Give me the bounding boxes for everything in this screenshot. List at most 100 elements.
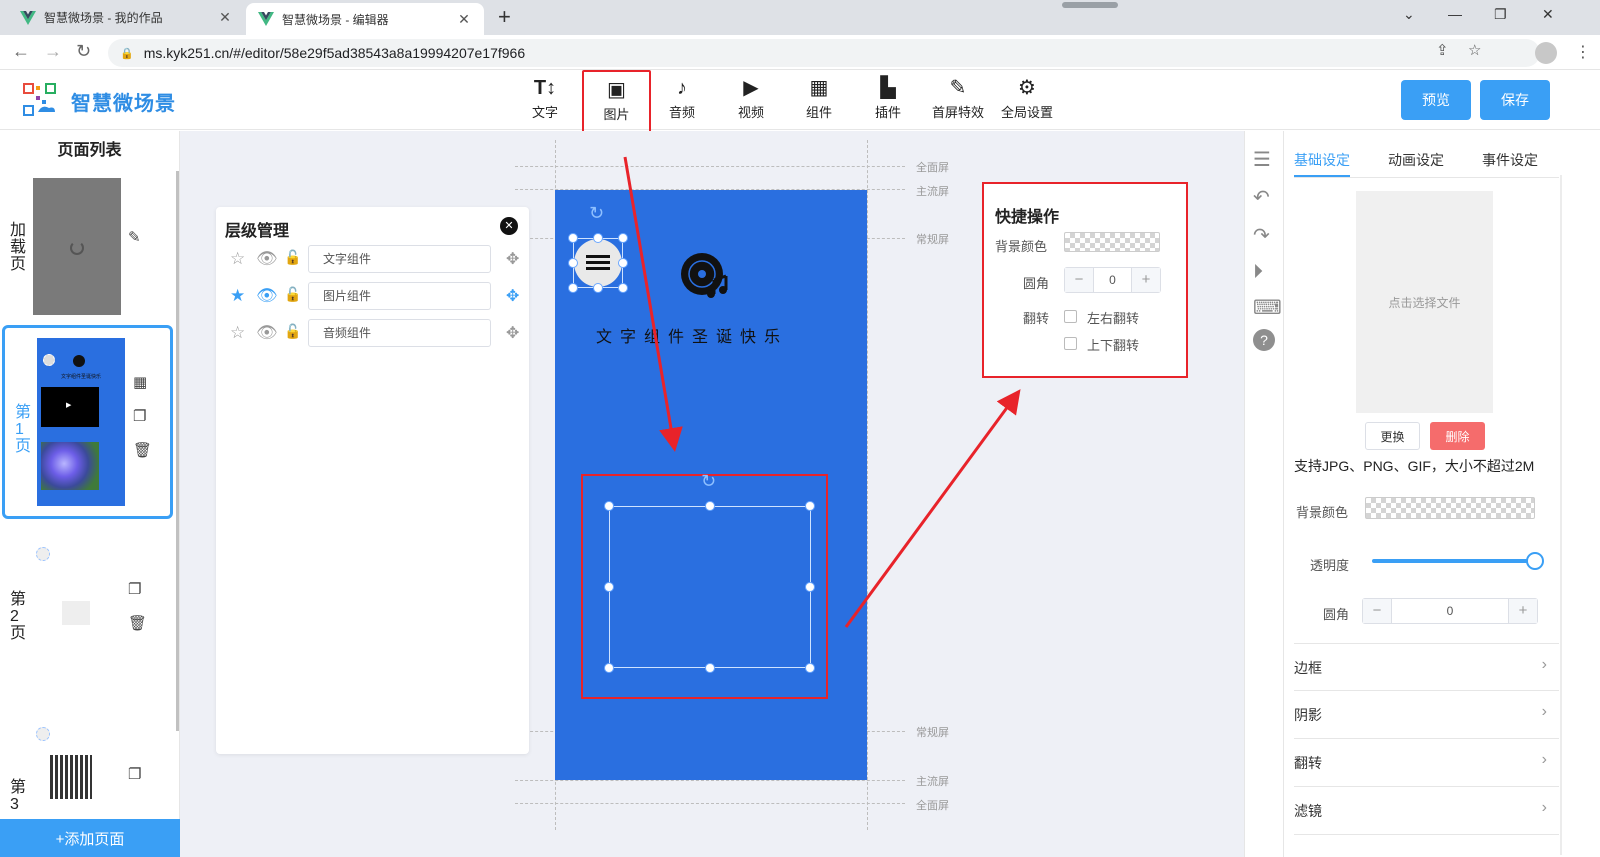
resize-handle[interactable] [618, 258, 628, 268]
layer-name[interactable]: 文字组件 [308, 245, 491, 273]
trash-icon[interactable]: 🗑 [133, 441, 152, 459]
toolbar-global-settings-button[interactable]: ⚙ 全局设置 [992, 74, 1062, 126]
resize-handle[interactable] [604, 582, 614, 592]
move-handle-icon[interactable]: ✥ [506, 323, 519, 343]
tab-event-settings[interactable]: 事件设定 [1482, 150, 1538, 170]
resize-handle[interactable] [705, 663, 715, 673]
toolbar-image-button[interactable]: ▣ 图片 [582, 70, 651, 134]
layers-stack-icon[interactable]: ☰ [1253, 147, 1271, 172]
move-handle-icon[interactable]: ✥ [506, 249, 519, 269]
profile-avatar[interactable] [1535, 42, 1557, 64]
settings-scrollbar[interactable] [1560, 175, 1562, 855]
layer-row[interactable]: ☆ 👁 🔓 音频组件 ✥ [226, 319, 521, 349]
play-preview-icon[interactable]: ⏵ [1253, 261, 1263, 284]
toolbar-audio-button[interactable]: ♪ 音频 [649, 74, 715, 126]
tab-basic-settings[interactable]: 基础设定 [1294, 150, 1350, 170]
url-input[interactable]: 🔒 ms.kyk251.cn/#/editor/58e29f5ad38543a8… [108, 39, 1540, 67]
table-icon[interactable]: ▦ [133, 373, 147, 391]
accordion-border[interactable]: 边框 › [1294, 643, 1559, 691]
resize-handle[interactable] [705, 501, 715, 511]
toolbar-plugin-button[interactable]: ▙ 插件 [855, 74, 921, 126]
help-icon[interactable]: ? [1253, 329, 1275, 351]
page-item-1[interactable]: 第1页 文字组件圣诞快乐 ▶ ▦ ❐ 🗑 [2, 325, 173, 519]
opacity-slider-track[interactable] [1372, 559, 1536, 563]
forward-arrow-icon[interactable]: → [44, 41, 62, 62]
browser-tab-editor[interactable]: 智慧微场景 - 编辑器 ✕ [246, 3, 484, 35]
preview-button[interactable]: 预览 [1401, 80, 1471, 120]
browser-tab-works[interactable]: 智慧微场景 - 我的作品 ✕ [8, 0, 245, 35]
add-page-button[interactable]: +添加页面 [0, 819, 180, 857]
toolbar-text-button[interactable]: T↕ 文字 [512, 74, 578, 126]
eye-icon[interactable]: 👁 [256, 323, 278, 343]
resize-handle[interactable] [568, 233, 578, 243]
decrement-button[interactable]: − [1363, 599, 1391, 623]
tab-animation-settings[interactable]: 动画设定 [1388, 150, 1444, 170]
layer-row[interactable]: ☆ 👁 🔓 文字组件 ✥ [226, 245, 521, 275]
resize-handle[interactable] [805, 501, 815, 511]
maximize-button[interactable]: ❐ [1494, 6, 1507, 23]
undo-icon[interactable]: ↶ [1253, 185, 1270, 210]
layer-row[interactable]: ★ 👁 🔓 图片组件 ✥ [226, 282, 521, 312]
back-arrow-icon[interactable]: ← [12, 41, 30, 62]
page-item-3[interactable]: 第3 ❐ [0, 715, 176, 815]
accordion-flip[interactable]: 翻转 › [1294, 739, 1559, 787]
toolbar-splash-effect-button[interactable]: ✎ 首屏特效 [923, 74, 993, 126]
layer-name[interactable]: 图片组件 [308, 282, 491, 310]
unlock-icon[interactable]: 🔓 [284, 286, 301, 303]
tab-close-icon[interactable]: ✕ [456, 11, 472, 28]
delete-button[interactable]: 删除 [1430, 422, 1485, 450]
resize-handle[interactable] [805, 582, 815, 592]
resize-handle[interactable] [604, 501, 614, 511]
phone-text-component[interactable]: 文字组件圣诞快乐 [555, 323, 829, 347]
toolbar-component-button[interactable]: ▦ 组件 [786, 74, 852, 126]
increment-button[interactable]: + [1509, 599, 1537, 623]
increment-button[interactable]: + [1132, 268, 1160, 292]
resize-handle[interactable] [593, 233, 603, 243]
trash-icon[interactable]: 🗑 [128, 614, 147, 632]
copy-page-icon[interactable]: ❐ [128, 580, 141, 598]
toolbar-video-button[interactable]: ▶ 视频 [718, 74, 784, 126]
page-item-loading[interactable]: 加载页 ✎ [0, 178, 176, 316]
keyboard-icon[interactable]: ⌨ [1253, 295, 1282, 320]
radius-value[interactable]: 0 [1093, 268, 1132, 292]
decrement-button[interactable]: − [1065, 268, 1093, 292]
star-filled-icon[interactable]: ★ [230, 286, 245, 306]
resize-handle[interactable] [593, 283, 603, 293]
star-icon[interactable]: ☆ [230, 249, 245, 269]
replace-button[interactable]: 更换 [1365, 422, 1420, 450]
eye-icon[interactable]: 👁 [256, 249, 278, 269]
new-tab-button[interactable]: + [498, 6, 511, 28]
bg-color-picker[interactable] [1064, 232, 1160, 252]
resize-handle[interactable] [805, 663, 815, 673]
move-handle-icon[interactable]: ✥ [506, 286, 519, 306]
resize-handle[interactable] [618, 233, 628, 243]
share-icon[interactable]: ⇪ [1436, 41, 1449, 59]
rotate-icon[interactable]: ↻ [589, 203, 604, 224]
star-icon[interactable]: ☆ [230, 323, 245, 343]
radius-stepper[interactable]: − 0 + [1064, 267, 1161, 293]
page-list-scrollbar[interactable] [176, 171, 179, 731]
eye-icon[interactable]: 👁 [256, 286, 278, 306]
unlock-icon[interactable]: 🔓 [284, 323, 301, 340]
image-upload-area[interactable]: 点击选择文件 [1356, 191, 1493, 413]
tab-close-icon[interactable]: ✕ [217, 9, 233, 26]
layer-name[interactable]: 音频组件 [308, 319, 491, 347]
opacity-slider-handle[interactable] [1526, 552, 1544, 570]
image-element-selection[interactable] [609, 506, 811, 668]
music-disc-icon[interactable] [680, 252, 730, 298]
resize-handle[interactable] [604, 663, 614, 673]
page-item-2[interactable]: 第2页 ❐ 🗑 [0, 535, 176, 695]
save-button[interactable]: 保存 [1480, 80, 1550, 120]
close-window-button[interactable]: ✕ [1542, 6, 1554, 23]
menu-button[interactable] [574, 239, 622, 287]
copy-page-icon[interactable]: ❐ [133, 407, 146, 425]
reload-icon[interactable]: ↻ [76, 41, 91, 62]
redo-icon[interactable]: ↷ [1253, 223, 1270, 248]
rotate-icon[interactable]: ↻ [701, 471, 716, 492]
flip-vertical-checkbox[interactable] [1064, 337, 1077, 350]
bg-color-picker[interactable] [1365, 497, 1535, 519]
accordion-shadow[interactable]: 阴影 › [1294, 691, 1559, 739]
edit-pencil-icon[interactable]: ✎ [128, 228, 141, 246]
unlock-icon[interactable]: 🔓 [284, 249, 301, 266]
resize-handle[interactable] [568, 283, 578, 293]
